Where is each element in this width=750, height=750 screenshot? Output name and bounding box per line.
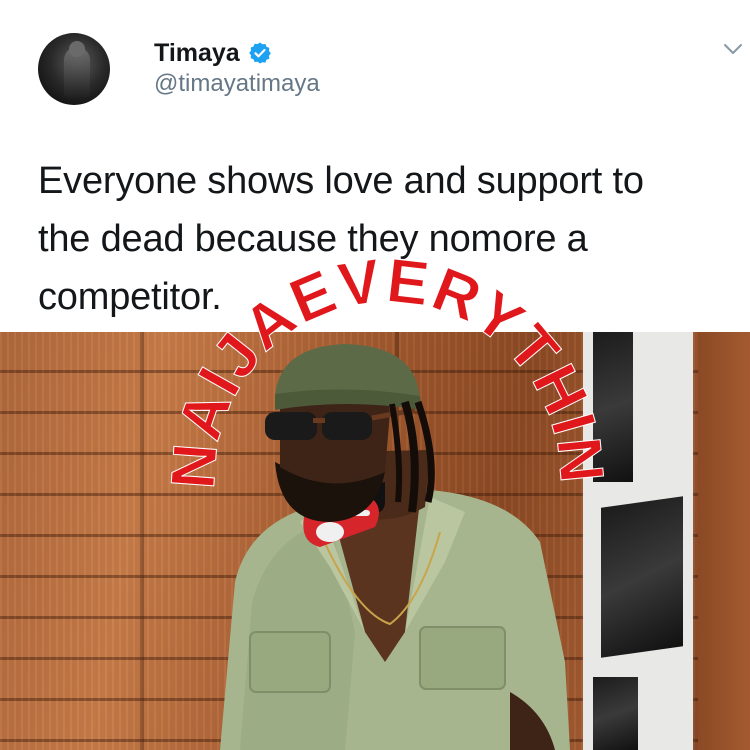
user-block: Timaya @timayatimaya (154, 38, 320, 100)
window-pane (601, 496, 683, 658)
tweet-header: Timaya @timayatimaya (38, 24, 320, 114)
avatar-head (69, 41, 85, 57)
person-photo (220, 344, 570, 750)
name-row: Timaya (154, 38, 320, 68)
tweet-screenshot: Timaya @timayatimaya Everyone shows love… (0, 0, 750, 750)
display-name[interactable]: Timaya (154, 38, 240, 68)
tweet-text-line: Everyone shows love and support to (38, 160, 644, 202)
tweet-photo[interactable] (0, 332, 750, 750)
wall-strip (698, 332, 750, 750)
user-handle[interactable]: @timayatimaya (154, 68, 320, 100)
chevron-down-icon[interactable] (722, 38, 744, 60)
tweet-text: Everyone shows love and support to the d… (38, 152, 718, 326)
avatar[interactable] (38, 33, 110, 105)
tweet-text-line: competitor. (38, 276, 222, 318)
tweet-text-line: the dead because they nomore a (38, 218, 588, 260)
wall-panel-divider (140, 332, 144, 750)
verified-badge-icon (248, 42, 271, 64)
